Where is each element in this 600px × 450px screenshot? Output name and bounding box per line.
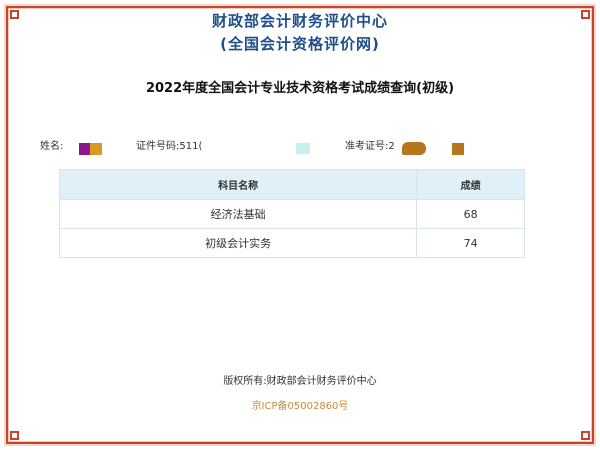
redaction-mask bbox=[79, 143, 90, 155]
site-name: 财政部会计财务评价中心 bbox=[211, 12, 388, 30]
score-column-header: 成绩 bbox=[416, 169, 525, 200]
subject-column-header: 科目名称 bbox=[58, 169, 418, 200]
exam-title: 2022年度全国会计专业技术资格考试成绩查询(初级) bbox=[145, 81, 455, 96]
redaction-mask bbox=[402, 142, 426, 155]
table-header-row: 科目名称 成绩 bbox=[58, 169, 525, 200]
subject-cell: 初级会计实务 bbox=[58, 228, 418, 258]
frame-corner bbox=[581, 431, 590, 440]
table-row: 初级会计实务 74 bbox=[58, 228, 525, 258]
icp-link[interactable]: 京ICP备05002860号 bbox=[0, 397, 600, 412]
subject-cell: 经济法基础 bbox=[58, 199, 418, 229]
redaction-mask bbox=[452, 143, 464, 155]
redaction-mask bbox=[296, 143, 310, 154]
frame-corner bbox=[10, 431, 19, 440]
site-subtitle: (全国会计资格评价网) bbox=[220, 35, 380, 53]
score-cell: 74 bbox=[416, 228, 525, 258]
score-cell: 68 bbox=[416, 199, 525, 229]
scores-table: 科目名称 成绩 经济法基础 68 初级会计实务 74 bbox=[58, 169, 525, 258]
candidate-name-label: 姓名: bbox=[40, 141, 64, 152]
redaction-mask bbox=[90, 143, 102, 155]
candidate-id-label: 证件号码:511( bbox=[136, 141, 203, 152]
admit-number-label: 准考证号:2 bbox=[345, 141, 395, 152]
copyright-text: 版权所有:财政部会计财务评价中心 bbox=[223, 376, 377, 387]
table-row: 经济法基础 68 bbox=[58, 199, 525, 229]
